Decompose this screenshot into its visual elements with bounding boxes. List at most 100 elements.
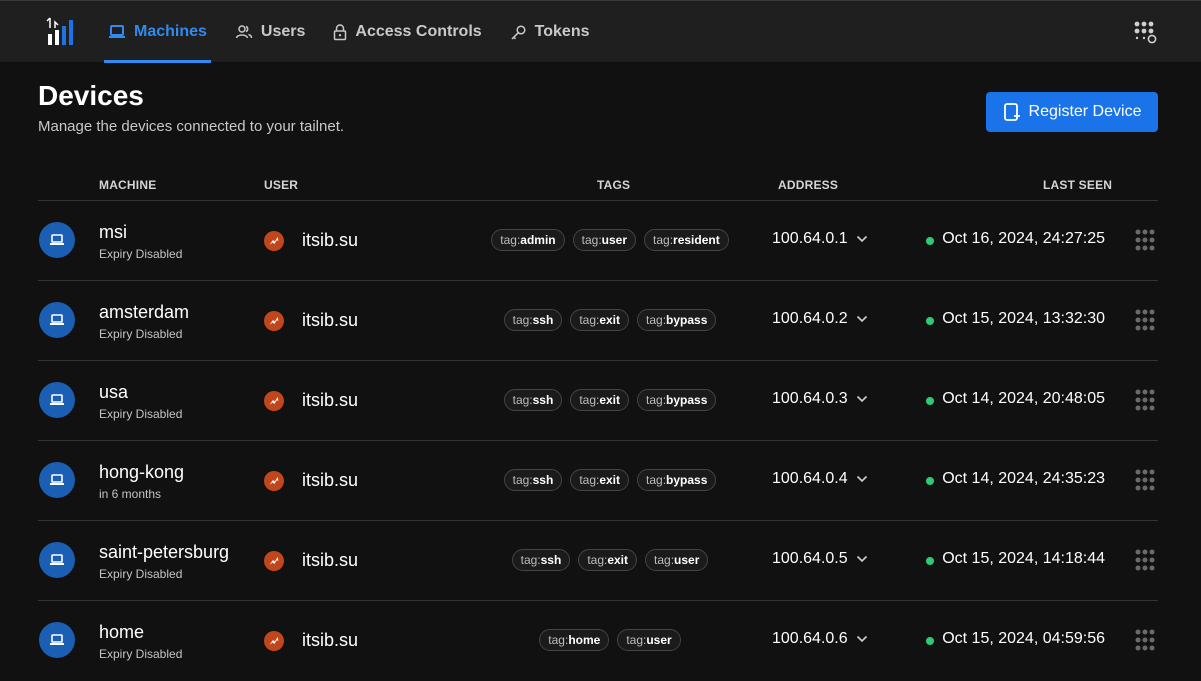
tag-badge: tag:user bbox=[645, 549, 709, 571]
tag-prefix: tag: bbox=[581, 233, 602, 247]
chevron-down-icon bbox=[856, 315, 867, 323]
device-laptop-icon bbox=[39, 302, 75, 338]
tag-value: ssh bbox=[532, 473, 554, 487]
user-avatar-icon bbox=[264, 311, 284, 331]
nav-tab-tokens[interactable]: Tokens bbox=[506, 1, 594, 63]
tag-prefix: tag: bbox=[512, 313, 533, 327]
page-subtitle: Manage the devices connected to your tai… bbox=[38, 118, 345, 135]
tag-badge: tag:user bbox=[617, 629, 681, 651]
device-address: 100.64.0.6 bbox=[772, 630, 848, 647]
page-title: Devices bbox=[38, 80, 144, 111]
online-status-dot bbox=[926, 397, 934, 405]
row-actions-menu-icon[interactable] bbox=[1134, 548, 1156, 572]
tag-badge: tag:ssh bbox=[511, 549, 571, 571]
device-last-seen: Oct 15, 2024, 13:32:30 bbox=[942, 310, 1105, 327]
tag-badge: tag:exit bbox=[578, 549, 638, 571]
tag-prefix: tag: bbox=[579, 393, 600, 407]
device-laptop-icon bbox=[39, 622, 75, 658]
user-avatar-icon bbox=[264, 231, 284, 251]
tag-prefix: tag: bbox=[646, 473, 667, 487]
tag-value: user bbox=[646, 633, 672, 647]
device-address: 100.64.0.4 bbox=[772, 470, 848, 487]
device-name[interactable]: hong-kong bbox=[99, 462, 184, 483]
device-name[interactable]: amsterdam bbox=[99, 302, 189, 323]
tag-prefix: tag: bbox=[520, 553, 541, 567]
tag-value: admin bbox=[520, 233, 556, 247]
table-row[interactable]: home Expiry Disabled itsib.su tag:home ta… bbox=[38, 601, 1158, 681]
nav-tab-users[interactable]: Users bbox=[231, 1, 309, 63]
users-icon bbox=[235, 25, 253, 39]
row-actions-menu-icon[interactable] bbox=[1134, 308, 1156, 332]
column-header-tags: TAGS bbox=[597, 178, 631, 192]
nav-tab-machines[interactable]: Machines bbox=[104, 1, 211, 63]
device-address: 100.64.0.5 bbox=[772, 550, 848, 567]
tag-prefix: tag: bbox=[512, 473, 533, 487]
device-address-dropdown[interactable]: 100.64.0.5 bbox=[772, 550, 868, 568]
tag-value: ssh bbox=[532, 313, 554, 327]
device-name[interactable]: home bbox=[99, 622, 144, 643]
device-address-dropdown[interactable]: 100.64.0.6 bbox=[772, 630, 868, 648]
device-address-dropdown[interactable]: 100.64.0.4 bbox=[772, 470, 868, 488]
device-user: itsib.su bbox=[302, 630, 359, 650]
tag-prefix: tag: bbox=[512, 393, 533, 407]
tag-prefix: tag: bbox=[653, 233, 674, 247]
device-address-dropdown[interactable]: 100.64.0.2 bbox=[772, 310, 868, 328]
devices-table: MACHINE USER TAGS ADDRESS LAST SEEN msi … bbox=[38, 170, 1158, 681]
tag-value: exit bbox=[607, 553, 629, 567]
tag-badge: tag:resident bbox=[644, 229, 729, 251]
tag-badge: tag:exit bbox=[570, 389, 630, 411]
tag-value: bypass bbox=[666, 393, 708, 407]
device-user: itsib.su bbox=[302, 470, 359, 490]
device-tags: tag:ssh tag:exit tag:bypass bbox=[503, 389, 717, 411]
device-name[interactable]: usa bbox=[99, 382, 128, 403]
register-device-button[interactable]: Register Device bbox=[986, 92, 1158, 132]
key-icon bbox=[511, 24, 526, 40]
device-tags: tag:ssh tag:exit tag:user bbox=[511, 549, 709, 571]
user-avatar-icon bbox=[264, 631, 284, 651]
device-laptop-icon bbox=[39, 222, 75, 258]
tag-badge: tag:ssh bbox=[503, 469, 563, 491]
app-logo-icon[interactable] bbox=[46, 17, 76, 47]
nav-tab-access-controls[interactable]: Access Controls bbox=[329, 1, 485, 63]
row-actions-menu-icon[interactable] bbox=[1134, 228, 1156, 252]
device-name[interactable]: saint-petersburg bbox=[99, 542, 229, 563]
tag-value: exit bbox=[599, 473, 621, 487]
chevron-down-icon bbox=[856, 475, 867, 483]
tag-value: exit bbox=[599, 393, 621, 407]
device-name[interactable]: msi bbox=[99, 222, 127, 243]
tag-badge: tag:bypass bbox=[637, 309, 717, 331]
table-row[interactable]: amsterdam Expiry Disabled itsib.su tag:s… bbox=[38, 281, 1158, 361]
row-actions-menu-icon[interactable] bbox=[1134, 388, 1156, 412]
table-body: msi Expiry Disabled itsib.su tag:admin ta… bbox=[38, 201, 1158, 681]
table-row[interactable]: usa Expiry Disabled itsib.su tag:ssh tag:… bbox=[38, 361, 1158, 441]
device-tags: tag:ssh tag:exit tag:bypass bbox=[503, 309, 717, 331]
row-actions-menu-icon[interactable] bbox=[1134, 628, 1156, 652]
tag-value: resident bbox=[673, 233, 720, 247]
tag-prefix: tag: bbox=[654, 553, 675, 567]
tag-badge: tag:ssh bbox=[503, 309, 563, 331]
device-expiry: Expiry Disabled bbox=[99, 567, 183, 581]
device-address-dropdown[interactable]: 100.64.0.1 bbox=[772, 230, 868, 248]
table-row[interactable]: saint-petersburg Expiry Disabled itsib.s… bbox=[38, 521, 1158, 601]
device-last-seen: Oct 16, 2024, 24:27:25 bbox=[942, 230, 1105, 247]
chevron-down-icon bbox=[856, 395, 867, 403]
device-address-dropdown[interactable]: 100.64.0.3 bbox=[772, 390, 868, 408]
device-last-seen: Oct 14, 2024, 20:48:05 bbox=[942, 390, 1105, 407]
lock-icon bbox=[334, 23, 347, 40]
nav-tab-machines-label: Machines bbox=[134, 23, 207, 40]
row-actions-menu-icon[interactable] bbox=[1134, 468, 1156, 492]
online-status-dot bbox=[926, 557, 934, 565]
top-navigation-bar: Machines Users Access Controls Tokens bbox=[0, 0, 1201, 63]
tag-badge: tag:bypass bbox=[637, 389, 717, 411]
table-row[interactable]: hong-kong in 6 months itsib.su tag:ssh ta… bbox=[38, 441, 1158, 521]
app-grid-menu-icon[interactable] bbox=[1133, 20, 1159, 46]
chevron-down-icon bbox=[856, 555, 867, 563]
table-row[interactable]: msi Expiry Disabled itsib.su tag:admin ta… bbox=[38, 201, 1158, 281]
device-user: itsib.su bbox=[302, 390, 359, 410]
tag-prefix: tag: bbox=[579, 313, 600, 327]
tag-badge: tag:admin bbox=[491, 229, 565, 251]
tag-prefix: tag: bbox=[646, 393, 667, 407]
device-user: itsib.su bbox=[302, 550, 359, 570]
column-header-user: USER bbox=[264, 178, 299, 192]
device-last-seen: Oct 15, 2024, 04:59:56 bbox=[942, 630, 1105, 647]
